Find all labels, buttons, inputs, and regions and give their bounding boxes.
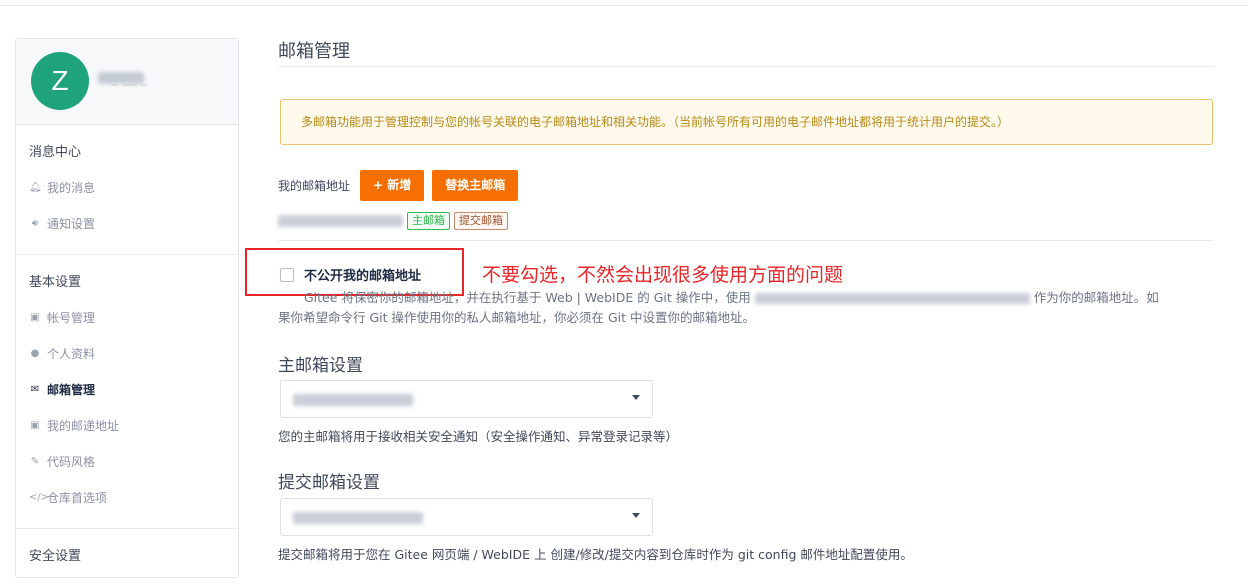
nav-group-title: 消息中心: [29, 145, 82, 160]
sidebar-item-label: 通知设置: [47, 217, 96, 231]
primary-email-select[interactable]: [280, 380, 653, 418]
noreply-email-redacted: [754, 293, 1030, 304]
add-email-button[interactable]: + 新增: [360, 170, 425, 201]
code-icon: </>: [29, 492, 50, 503]
private-desc-part3: 果你希望命令行 Git 操作使用你的私人邮箱地址，你必须在 Git 中设置你的邮…: [278, 310, 756, 325]
private-desc-part2: 作为你的邮箱地址。如: [1033, 290, 1159, 305]
private-email-checkbox[interactable]: [280, 267, 294, 282]
private-desc-part1: Gitee 将保密你的邮箱地址，并在执行基于 Web | WebIDE 的 Gi…: [304, 290, 751, 305]
email-address-redacted: [278, 215, 403, 227]
annotation-text: 不要勾选，不然会出现很多使用方面的问题: [482, 264, 844, 286]
envelope-icon: ✉: [30, 384, 40, 395]
sidebar-item-label: 代码风格: [47, 455, 96, 469]
nav-group-title: 基本设置: [29, 275, 82, 290]
avatar[interactable]: Z: [31, 52, 89, 110]
sidebar-item-label: 帐号管理: [47, 311, 96, 325]
profile-card: Z _ __ _: [16, 39, 238, 125]
private-email-description: Gitee 将保密你的邮箱地址，并在执行基于 Web | WebIDE 的 Gi…: [278, 288, 1214, 328]
main-content: 邮箱管理 多邮箱功能用于管理控制与您的帐号关联的电子邮箱地址和相关功能。（当前帐…: [245, 0, 1214, 571]
email-list-item: 主邮箱 提交邮箱: [278, 212, 508, 230]
sidebar-item-label: 我的邮递地址: [47, 419, 120, 433]
sidebar-item-email[interactable]: ✉ 邮箱管理: [16, 372, 238, 408]
chevron-down-icon: [632, 395, 640, 400]
sidebar-item-label: 我的消息: [47, 181, 96, 195]
page-title: 邮箱管理: [278, 41, 350, 62]
private-email-option[interactable]: 不公开我的邮箱地址: [280, 265, 421, 284]
sidebar-item-account[interactable]: ▣ 帐号管理: [16, 300, 238, 336]
speaker-icon: 🔊︎: [31, 218, 39, 229]
sidebar-item-notification-settings[interactable]: 🔊︎ 通知设置: [16, 206, 238, 242]
commit-email-settings-heading: 提交邮箱设置: [278, 473, 380, 493]
info-notice: 多邮箱功能用于管理控制与您的帐号关联的电子邮箱地址和相关功能。（当前帐号所有可用…: [280, 99, 1213, 145]
sidebar-item-label: 邮箱管理: [47, 383, 96, 397]
sidebar-item-label: 个人资料: [47, 347, 96, 361]
primary-email-help: 您的主邮箱将用于接收相关安全通知（安全操作通知、异常登录记录等）: [278, 429, 679, 444]
bell-icon: 🔔︎: [29, 182, 42, 193]
sidebar-item-label: 仓库首选项: [47, 491, 108, 505]
sidebar-item-profile[interactable]: ● 个人资料: [16, 336, 238, 372]
commit-email-badge: 提交邮箱: [454, 212, 508, 230]
id-card-icon: ▣: [30, 312, 40, 323]
settings-sidebar: Z _ __ _ 消息中心 🔔︎ 我的消息 🔊︎ 通知设置 基本设置 ▣ 帐号管…: [15, 38, 239, 578]
brush-icon: ✎: [30, 456, 40, 467]
sidebar-item-code-style[interactable]: ✎ 代码风格: [16, 444, 238, 480]
section-divider: [278, 240, 1214, 241]
nav-group-title: 安全设置: [29, 549, 82, 564]
primary-email-settings-heading: 主邮箱设置: [278, 356, 363, 376]
sidebar-item-address[interactable]: ▣ 我的邮递地址: [16, 408, 238, 444]
email-address-label: 我的邮箱地址: [278, 179, 351, 193]
address-card-icon: ▣: [30, 420, 40, 431]
private-email-checkbox-label[interactable]: 不公开我的邮箱地址: [304, 265, 421, 284]
user-icon: ●: [30, 348, 40, 359]
nav-group-security: 安全设置: [16, 529, 238, 586]
primary-email-badge: 主邮箱: [407, 212, 450, 230]
sidebar-item-repo-preferences[interactable]: </> 仓库首选项: [16, 480, 238, 516]
nav-group-messages: 消息中心 🔔︎ 我的消息 🔊︎ 通知设置: [16, 125, 238, 255]
email-toolbar: 我的邮箱地址 + 新增 替换主邮箱: [278, 170, 526, 201]
selected-email-redacted: [293, 394, 413, 406]
title-divider: [278, 66, 1214, 67]
nav-group-basic: 基本设置 ▣ 帐号管理 ● 个人资料 ✉ 邮箱管理 ▣ 我的邮递地址 ✎ 代码风…: [16, 255, 238, 529]
replace-primary-email-button[interactable]: 替换主邮箱: [432, 170, 519, 201]
commit-email-select[interactable]: [280, 498, 653, 536]
chevron-down-icon: [632, 513, 640, 518]
username[interactable]: _ __ _: [111, 70, 148, 86]
selected-email-redacted: [293, 512, 423, 524]
sidebar-item-my-messages[interactable]: 🔔︎ 我的消息: [16, 170, 238, 206]
commit-email-help: 提交邮箱将用于您在 Gitee 网页端 / WebIDE 上 创建/修改/提交内…: [278, 547, 913, 562]
